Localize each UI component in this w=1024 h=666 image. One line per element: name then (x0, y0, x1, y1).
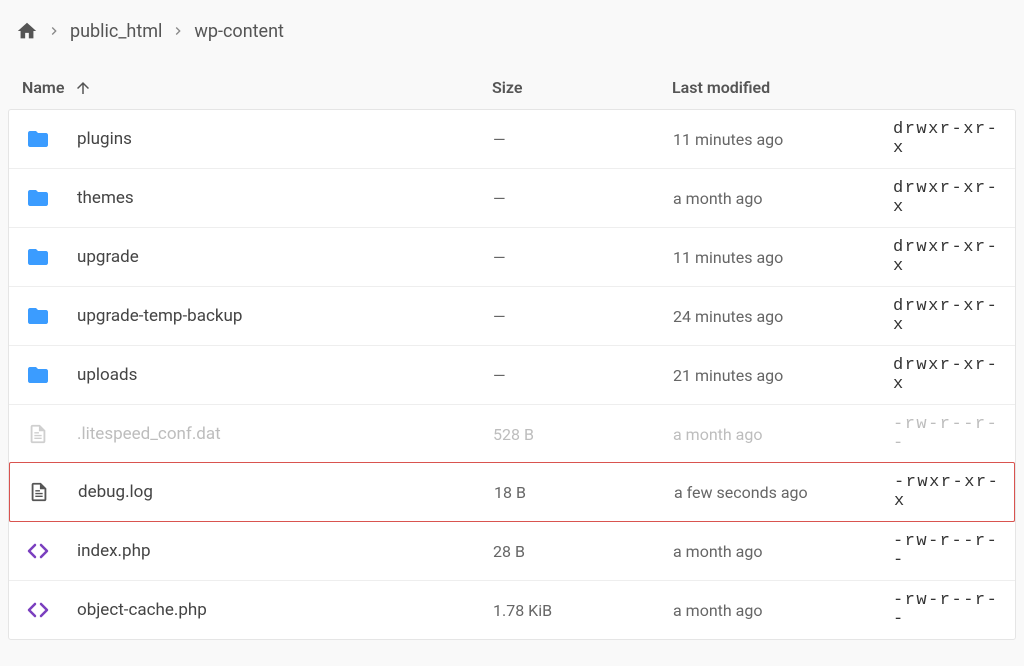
cell-modified: 11 minutes ago (673, 130, 893, 149)
table-row[interactable]: upgrade —11 minutes agodrwxr-xr-x (9, 227, 1015, 286)
cell-modified: a month ago (673, 189, 893, 208)
table-row[interactable]: .litespeed_conf.dat 528 Ba month ago-rw-r… (9, 404, 1015, 463)
cell-permissions: drwxr-xr-x (893, 238, 1001, 276)
table-row[interactable]: object-cache.php 1.78 KiBa month ago-rw-r… (9, 580, 1015, 639)
code-icon (23, 539, 53, 563)
cell-size: 528 B (493, 425, 673, 444)
chevron-right-icon (170, 23, 186, 39)
cell-modified: 21 minutes ago (673, 366, 893, 385)
file-name: plugins (77, 129, 132, 149)
cell-name: index.php (23, 539, 493, 563)
folder-icon (23, 245, 53, 269)
cell-size: 18 B (494, 483, 674, 502)
cell-modified: a month ago (673, 542, 893, 561)
home-icon[interactable] (16, 20, 38, 42)
cell-name: themes (23, 186, 493, 210)
cell-name: debug.log (24, 481, 494, 503)
file-name: upgrade-temp-backup (77, 306, 242, 326)
cell-size: — (493, 130, 673, 149)
file-name: upgrade (77, 247, 139, 267)
cell-modified: a month ago (673, 425, 893, 444)
folder-icon (23, 127, 53, 151)
cell-name: object-cache.php (23, 598, 493, 622)
cell-modified: 24 minutes ago (673, 307, 893, 326)
cell-size: 28 B (493, 542, 673, 561)
cell-size: — (493, 307, 673, 326)
breadcrumb-item[interactable]: public_html (70, 21, 162, 42)
cell-name: upgrade-temp-backup (23, 304, 493, 328)
sort-ascending-icon (74, 79, 92, 97)
cell-permissions: -rw-r--r-- (893, 415, 1001, 453)
column-header-size[interactable]: Size (492, 78, 672, 97)
table-row[interactable]: themes —a month agodrwxr-xr-x (9, 168, 1015, 227)
file-name: .litespeed_conf.dat (77, 424, 221, 444)
folder-icon (23, 186, 53, 210)
cell-size: — (493, 366, 673, 385)
cell-name: .litespeed_conf.dat (23, 423, 493, 445)
cell-permissions: drwxr-xr-x (893, 356, 1001, 394)
folder-icon (23, 304, 53, 328)
cell-modified: a month ago (673, 601, 893, 620)
file-name: index.php (77, 541, 151, 561)
cell-name: upgrade (23, 245, 493, 269)
file-muted-icon (23, 423, 53, 445)
cell-size: — (493, 189, 673, 208)
cell-size: 1.78 KiB (493, 601, 673, 620)
folder-icon (23, 363, 53, 387)
file-name: debug.log (78, 482, 153, 502)
column-header-modified[interactable]: Last modified (672, 78, 892, 97)
table-header: Name Size Last modified (8, 66, 1016, 109)
breadcrumb: public_html wp-content (8, 8, 1016, 66)
file-icon (24, 481, 54, 503)
file-name: object-cache.php (77, 600, 207, 620)
cell-permissions: drwxr-xr-x (893, 120, 1001, 158)
cell-modified: a few seconds ago (674, 483, 894, 502)
cell-modified: 11 minutes ago (673, 248, 893, 267)
table-row[interactable]: uploads —21 minutes agodrwxr-xr-x (9, 345, 1015, 404)
cell-name: plugins (23, 127, 493, 151)
column-header-name[interactable]: Name (22, 78, 492, 97)
code-icon (23, 598, 53, 622)
cell-permissions: drwxr-xr-x (893, 297, 1001, 335)
table-row[interactable]: index.php 28 Ba month ago-rw-r--r-- (9, 521, 1015, 580)
file-name: themes (77, 188, 134, 208)
chevron-right-icon (46, 23, 62, 39)
breadcrumb-item[interactable]: wp-content (194, 21, 284, 42)
cell-size: — (493, 248, 673, 267)
cell-permissions: drwxr-xr-x (893, 179, 1001, 217)
table-row[interactable]: upgrade-temp-backup —24 minutes agodrwxr-… (9, 286, 1015, 345)
file-name: uploads (77, 365, 137, 385)
cell-name: uploads (23, 363, 493, 387)
table-row[interactable]: plugins —11 minutes agodrwxr-xr-x (9, 110, 1015, 168)
cell-permissions: -rwxr-xr-x (894, 473, 1000, 511)
cell-permissions: -rw-r--r-- (893, 591, 1001, 629)
column-header-label: Name (22, 78, 64, 97)
cell-permissions: -rw-r--r-- (893, 532, 1001, 570)
file-list: plugins—11 minutes agodrwxr-xr-xthemes—a… (8, 109, 1016, 640)
table-row[interactable]: debug.log 18 Ba few seconds ago-rwxr-xr-x (9, 462, 1015, 522)
